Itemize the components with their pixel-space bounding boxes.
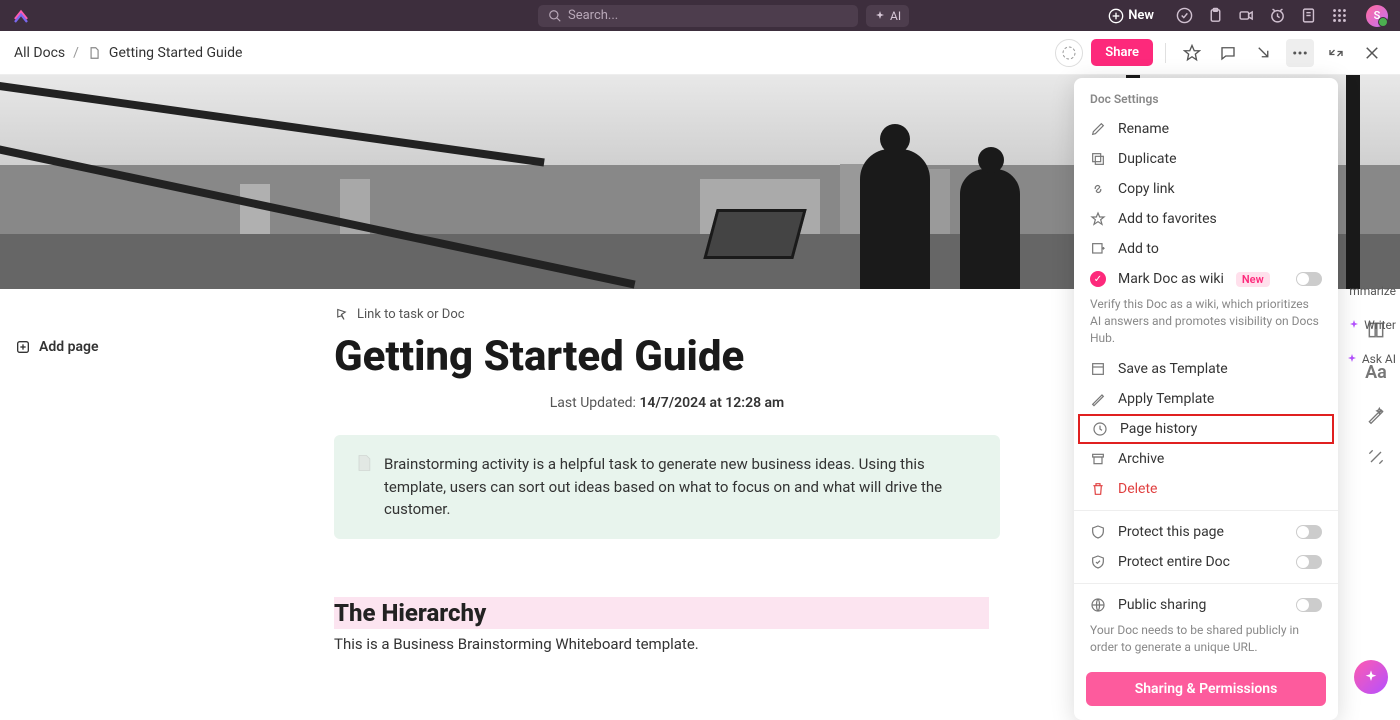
- apps-grid-icon[interactable]: [1331, 7, 1348, 24]
- public-toggle[interactable]: [1296, 598, 1322, 612]
- notepad-icon[interactable]: [1300, 7, 1317, 24]
- menu-archive[interactable]: Archive: [1074, 444, 1338, 474]
- add-to-icon: [1090, 241, 1106, 257]
- check-icon: ✓: [1090, 271, 1106, 287]
- template-save-icon: [1090, 361, 1106, 377]
- menu-mark-wiki[interactable]: ✓ Mark Doc as wiki New: [1074, 264, 1338, 294]
- search-icon: [548, 9, 562, 23]
- last-updated: Last Updated: 14/7/2024 at 12:28 am: [334, 395, 1000, 411]
- ai-label: AI: [890, 9, 901, 23]
- archive-icon: [1090, 451, 1106, 467]
- star-icon[interactable]: [1178, 39, 1206, 67]
- left-sidebar: Add page: [0, 289, 320, 653]
- updated-label: Last Updated:: [550, 395, 636, 411]
- menu-add-favorites[interactable]: Add to favorites: [1074, 204, 1338, 234]
- more-menu-button[interactable]: [1286, 39, 1314, 67]
- app-logo[interactable]: [12, 7, 30, 25]
- public-description: Your Doc needs to be shared publicly in …: [1074, 620, 1338, 664]
- share-button[interactable]: Share: [1091, 39, 1153, 66]
- heading-hierarchy[interactable]: The Hierarchy: [334, 597, 989, 629]
- rail-summarize[interactable]: mmarize: [1349, 284, 1396, 298]
- shield-check-icon: [1090, 554, 1106, 570]
- menu-page-history[interactable]: Page history: [1078, 414, 1334, 444]
- sharing-permissions-button[interactable]: Sharing & Permissions: [1086, 672, 1326, 706]
- globe-icon: [1090, 597, 1106, 613]
- shield-icon: [1090, 524, 1106, 540]
- body-paragraph[interactable]: This is a Business Brainstorming Whitebo…: [334, 635, 1000, 653]
- sync-icon[interactable]: [1055, 39, 1083, 67]
- wiki-description: Verify this Doc as a wiki, which priorit…: [1074, 294, 1338, 354]
- link-icon: [1090, 181, 1106, 197]
- menu-rename[interactable]: Rename: [1074, 114, 1338, 144]
- wand-icon: [1090, 391, 1106, 407]
- link-task-button[interactable]: Link to task or Doc: [334, 307, 1000, 322]
- alarm-icon[interactable]: [1269, 7, 1286, 24]
- menu-save-template[interactable]: Save as Template: [1074, 354, 1338, 384]
- user-avatar[interactable]: S: [1366, 5, 1388, 27]
- breadcrumb-current[interactable]: Getting Started Guide: [109, 45, 243, 61]
- add-page-button[interactable]: Add page: [15, 339, 300, 355]
- doc-settings-menu: Doc Settings Rename Duplicate Copy link …: [1074, 78, 1338, 720]
- callout-text: Brainstorming activity is a helpful task…: [384, 453, 980, 521]
- menu-public-sharing[interactable]: Public sharing: [1074, 590, 1338, 620]
- ai-fab-button[interactable]: [1354, 660, 1388, 694]
- wand-icon[interactable]: [1366, 405, 1386, 425]
- trash-icon: [1090, 481, 1106, 497]
- avatar-letter: S: [1374, 9, 1381, 22]
- history-icon: [1092, 421, 1108, 437]
- sparkle-icon: [1348, 319, 1360, 331]
- document-body: Link to task or Doc Getting Started Guid…: [320, 289, 1000, 653]
- copy-icon: [1090, 151, 1106, 167]
- star-icon: [1090, 211, 1106, 227]
- clipboard-icon[interactable]: [1207, 7, 1224, 24]
- link-icon: [334, 307, 349, 322]
- check-circle-icon[interactable]: [1176, 7, 1193, 24]
- panel-title: Doc Settings: [1074, 92, 1338, 114]
- comment-icon[interactable]: [1214, 39, 1242, 67]
- breadcrumb: All Docs / Getting Started Guide: [14, 45, 242, 61]
- doc-toolbar: All Docs / Getting Started Guide Share: [0, 31, 1400, 75]
- new-button[interactable]: New: [1108, 8, 1154, 24]
- close-icon[interactable]: [1358, 39, 1386, 67]
- magic-icon[interactable]: [1366, 447, 1386, 467]
- download-icon[interactable]: [1250, 39, 1278, 67]
- sparkle-icon: [874, 10, 886, 22]
- new-badge: New: [1236, 272, 1270, 287]
- ai-button[interactable]: AI: [866, 5, 909, 27]
- callout-block[interactable]: Brainstorming activity is a helpful task…: [334, 435, 1000, 539]
- add-page-label: Add page: [39, 339, 98, 355]
- top-bar: Search... AI New S: [0, 0, 1400, 31]
- collapse-icon[interactable]: [1322, 39, 1350, 67]
- menu-protect-doc[interactable]: Protect entire Doc: [1074, 547, 1338, 577]
- plus-circle-icon: [1108, 8, 1124, 24]
- page-title[interactable]: Getting Started Guide: [334, 332, 1000, 381]
- menu-add-to[interactable]: Add to: [1074, 234, 1338, 264]
- wiki-toggle[interactable]: [1296, 272, 1322, 286]
- rail-writer[interactable]: Writer: [1348, 318, 1396, 332]
- document-icon: [87, 46, 101, 60]
- menu-protect-page[interactable]: Protect this page: [1074, 517, 1338, 547]
- protect-page-toggle[interactable]: [1296, 525, 1322, 539]
- protect-doc-toggle[interactable]: [1296, 555, 1322, 569]
- menu-delete[interactable]: Delete: [1074, 474, 1338, 504]
- menu-copy-link[interactable]: Copy link: [1074, 174, 1338, 204]
- pencil-icon: [1090, 121, 1106, 137]
- search-input[interactable]: Search...: [538, 5, 858, 27]
- video-icon[interactable]: [1238, 7, 1255, 24]
- rail-ask-ai[interactable]: Ask AI: [1346, 352, 1396, 366]
- updated-value: 14/7/2024 at 12:28 am: [639, 395, 784, 411]
- menu-apply-template[interactable]: Apply Template: [1074, 384, 1338, 414]
- breadcrumb-root[interactable]: All Docs: [14, 45, 65, 61]
- menu-duplicate[interactable]: Duplicate: [1074, 144, 1338, 174]
- plus-icon: [15, 339, 31, 355]
- sparkle-icon: [1346, 353, 1358, 365]
- new-label: New: [1128, 8, 1154, 23]
- page-icon: [354, 453, 374, 521]
- breadcrumb-separator: /: [73, 45, 79, 61]
- sparkle-icon: [1363, 669, 1379, 685]
- link-task-label: Link to task or Doc: [357, 307, 465, 322]
- search-placeholder: Search...: [568, 8, 618, 23]
